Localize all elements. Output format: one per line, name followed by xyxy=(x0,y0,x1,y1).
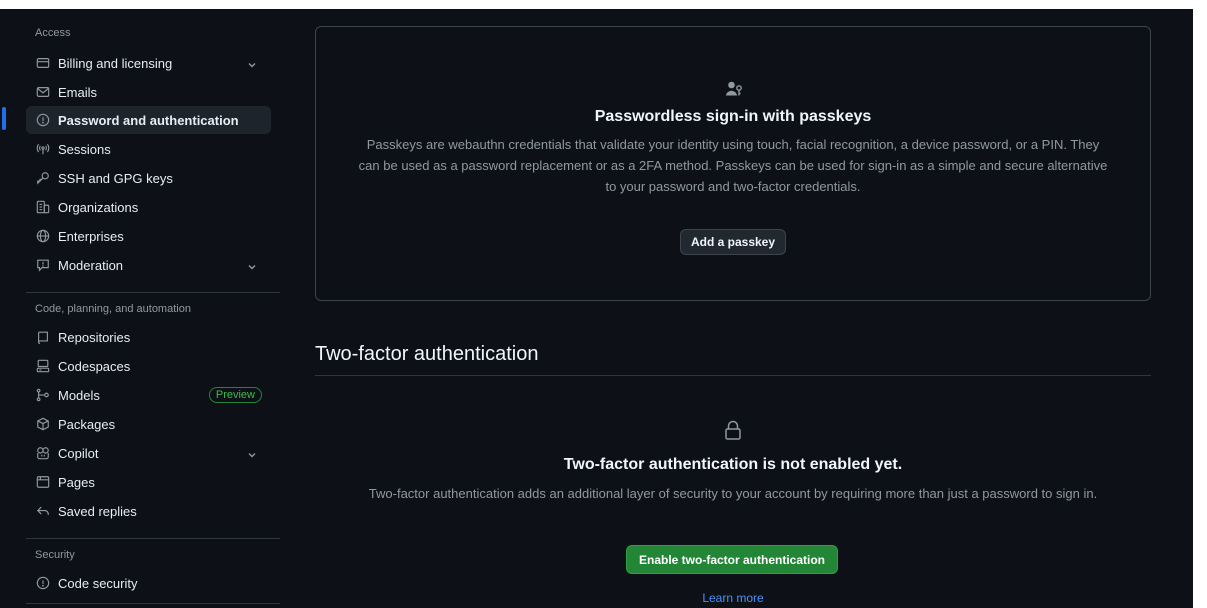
credit-card-icon xyxy=(35,55,51,71)
models-icon xyxy=(35,387,51,403)
sidebar-item-pages[interactable]: Pages xyxy=(26,468,271,496)
sidebar-item-repositories[interactable]: Repositories xyxy=(26,323,271,351)
sidebar-divider xyxy=(26,603,280,604)
lock-icon xyxy=(724,420,742,440)
settings-page: Access Billing and licensing Emails Pass… xyxy=(0,9,1193,608)
passkeys-panel: Passwordless sign-in with passkeys Passk… xyxy=(315,26,1151,301)
sidebar-item-label: Enterprises xyxy=(58,228,124,244)
repo-icon xyxy=(35,329,51,345)
sidebar-item-label: Code security xyxy=(58,575,138,591)
chevron-down-icon[interactable] xyxy=(247,58,257,68)
sidebar-item-copilot[interactable]: Copilot xyxy=(26,439,271,467)
sidebar-item-billing[interactable]: Billing and licensing xyxy=(26,49,271,77)
sidebar-item-enterprises[interactable]: Enterprises xyxy=(26,222,271,250)
sidebar-item-emails[interactable]: Emails xyxy=(26,78,271,106)
section-title-code: Code, planning, and automation xyxy=(35,303,191,315)
browser-icon xyxy=(35,474,51,490)
sidebar-item-label: Packages xyxy=(58,416,116,432)
two-factor-title: Two-factor authentication is not enabled… xyxy=(563,456,903,473)
reply-icon xyxy=(35,503,51,519)
sidebar-item-label: Billing and licensing xyxy=(58,55,173,71)
sidebar-item-label: Pages xyxy=(58,474,95,490)
sidebar-divider xyxy=(26,292,280,293)
sidebar-item-label: Password and authentication xyxy=(58,112,239,128)
sidebar-item-models[interactable]: Models Preview xyxy=(26,381,271,409)
add-passkey-button[interactable]: Add a passkey xyxy=(680,229,786,255)
enable-two-factor-button[interactable]: Enable two-factor authentication xyxy=(626,545,838,574)
sidebar-item-packages[interactable]: Packages xyxy=(26,410,271,438)
sidebar-item-label: Repositories xyxy=(58,329,131,345)
section-title-security: Security xyxy=(35,549,75,561)
two-factor-description: Two-factor authentication adds an additi… xyxy=(368,486,1098,501)
sidebar-item-sessions[interactable]: Sessions xyxy=(26,135,271,163)
heading-divider xyxy=(315,375,1151,376)
sidebar-item-label: Sessions xyxy=(58,141,111,157)
learn-more-link[interactable]: Learn more xyxy=(315,591,1151,605)
section-title-access: Access xyxy=(35,27,71,39)
sidebar-item-label: Organizations xyxy=(58,199,139,215)
sidebar-item-label: Copilot xyxy=(58,445,99,461)
mail-icon xyxy=(35,84,51,100)
sidebar-item-label: SSH and GPG keys xyxy=(58,170,173,186)
key-icon xyxy=(35,170,51,186)
sidebar-item-saved-replies[interactable]: Saved replies xyxy=(26,497,271,525)
copilot-icon xyxy=(35,445,51,461)
sidebar-item-label: Saved replies xyxy=(58,503,137,519)
sidebar-item-label: Models xyxy=(58,387,100,403)
sidebar-item-code-security[interactable]: Code security xyxy=(26,569,271,597)
sidebar-item-label: Moderation xyxy=(58,257,124,273)
broadcast-icon xyxy=(35,141,51,157)
sidebar-item-organizations[interactable]: Organizations xyxy=(26,193,271,221)
sidebar-item-password-and-authentication[interactable]: Password and authentication xyxy=(26,106,271,134)
globe-icon xyxy=(35,228,51,244)
chevron-down-icon[interactable] xyxy=(247,448,257,458)
sidebar-item-label: Codespaces xyxy=(58,358,131,374)
sidebar-item-codespaces[interactable]: Codespaces xyxy=(26,352,271,380)
report-icon xyxy=(35,257,51,273)
shield-icon xyxy=(35,575,51,591)
passkeys-description: Passkeys are webauthn credentials that v… xyxy=(358,137,1108,194)
active-indicator xyxy=(2,107,6,130)
settings-sidebar: Access Billing and licensing Emails Pass… xyxy=(2,9,280,608)
shield-lock-icon xyxy=(35,112,51,128)
package-icon xyxy=(35,416,51,432)
two-factor-heading: Two-factor authentication xyxy=(315,343,539,365)
organization-icon xyxy=(35,199,51,215)
codespaces-icon xyxy=(35,358,51,374)
passkey-icon xyxy=(725,80,743,98)
sidebar-item-label: Emails xyxy=(58,84,98,100)
chevron-down-icon[interactable] xyxy=(247,260,257,270)
sidebar-item-moderation[interactable]: Moderation xyxy=(26,251,271,279)
sidebar-divider xyxy=(26,538,280,539)
passkeys-title: Passwordless sign-in with passkeys xyxy=(594,108,872,125)
sidebar-item-ssh-gpg-keys[interactable]: SSH and GPG keys xyxy=(26,164,271,192)
preview-badge: Preview xyxy=(208,387,262,403)
